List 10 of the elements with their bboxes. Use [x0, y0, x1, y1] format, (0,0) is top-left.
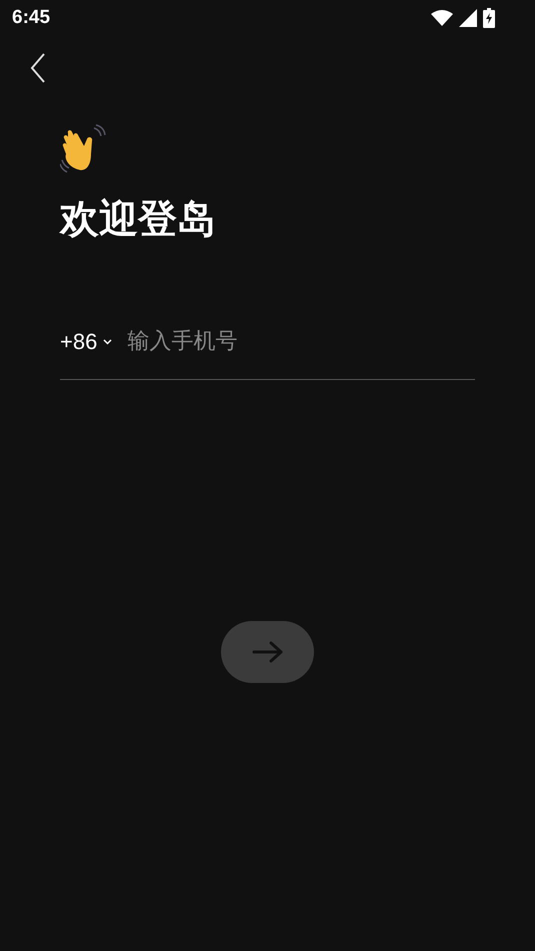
country-code-dropdown[interactable]: +86	[60, 328, 112, 354]
welcome-title: 欢迎登岛	[60, 196, 217, 244]
chevron-down-icon	[103, 338, 112, 344]
arrow-right-icon	[252, 641, 284, 663]
battery-charging-icon	[483, 8, 495, 28]
signal-icon	[459, 9, 477, 27]
status-time: 6:45	[12, 7, 50, 29]
phone-field[interactable]: +86 输入手机号	[60, 306, 475, 380]
wifi-icon	[431, 10, 453, 26]
back-icon[interactable]	[30, 53, 46, 83]
